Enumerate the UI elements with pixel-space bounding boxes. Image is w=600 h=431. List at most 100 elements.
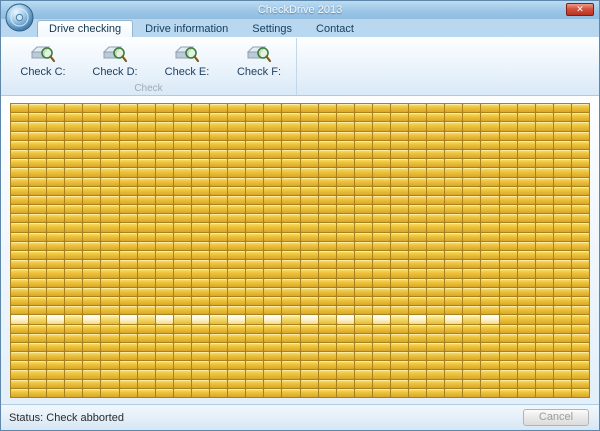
- block-cell: [463, 334, 480, 342]
- block-cell: [174, 159, 191, 167]
- block-cell: [156, 113, 173, 121]
- block-cell: [138, 122, 155, 130]
- block-cell: [101, 223, 118, 231]
- block-cell: [11, 205, 28, 213]
- block-cell: [319, 132, 336, 140]
- block-cell: [572, 113, 589, 121]
- block-cell: [246, 251, 263, 259]
- block-cell: [536, 325, 553, 333]
- block-cell: [174, 315, 191, 323]
- block-cell: [156, 150, 173, 158]
- block-cell: [120, 343, 137, 351]
- block-cell: [83, 288, 100, 296]
- tab-drive-information[interactable]: Drive information: [133, 20, 240, 37]
- block-cell: [101, 269, 118, 277]
- tab-drive-checking[interactable]: Drive checking: [37, 20, 133, 37]
- block-cell: [572, 325, 589, 333]
- close-button[interactable]: ✕: [566, 3, 594, 16]
- app-icon[interactable]: [5, 3, 34, 32]
- block-cell: [101, 297, 118, 305]
- tab-settings[interactable]: Settings: [240, 20, 304, 37]
- block-cell: [83, 370, 100, 378]
- block-cell: [47, 141, 64, 149]
- block-cell: [500, 315, 517, 323]
- block-cell: [301, 260, 318, 268]
- block-cell: [301, 380, 318, 388]
- titlebar[interactable]: CheckDrive 2013 ✕: [1, 1, 599, 19]
- block-cell: [138, 196, 155, 204]
- block-cell: [65, 325, 82, 333]
- block-cell: [409, 352, 426, 360]
- block-cell: [319, 187, 336, 195]
- block-cell: [83, 187, 100, 195]
- block-cell: [282, 113, 299, 121]
- block-cell: [572, 233, 589, 241]
- block-cell: [11, 242, 28, 250]
- tab-contact[interactable]: Contact: [304, 20, 366, 37]
- cancel-button[interactable]: Cancel: [523, 409, 589, 426]
- block-cell: [518, 361, 535, 369]
- block-cell: [319, 223, 336, 231]
- block-cell: [391, 325, 408, 333]
- block-cell: [246, 343, 263, 351]
- block-cell: [246, 159, 263, 167]
- block-cell: [228, 168, 245, 176]
- block-cell: [518, 113, 535, 121]
- block-cell: [427, 251, 444, 259]
- block-cell: [409, 141, 426, 149]
- block-cell: [282, 178, 299, 186]
- check-f-button[interactable]: Check F:: [223, 41, 295, 81]
- block-cell: [65, 205, 82, 213]
- block-cell: [373, 122, 390, 130]
- block-cell: [337, 150, 354, 158]
- block-cell: [337, 214, 354, 222]
- block-cell: [210, 288, 227, 296]
- block-cell: [481, 150, 498, 158]
- block-cell: [156, 242, 173, 250]
- block-cell: [355, 269, 372, 277]
- block-cell: [337, 251, 354, 259]
- block-cell: [65, 214, 82, 222]
- block-cell: [192, 279, 209, 287]
- block-cell: [192, 325, 209, 333]
- block-cell: [337, 242, 354, 250]
- block-cell: [554, 159, 571, 167]
- block-cell: [47, 122, 64, 130]
- block-cell: [282, 334, 299, 342]
- block-cell: [445, 178, 462, 186]
- block-cell: [536, 306, 553, 314]
- block-cell: [536, 214, 553, 222]
- block-cell: [463, 104, 480, 112]
- block-cell: [282, 325, 299, 333]
- block-cell: [282, 141, 299, 149]
- block-cell: [210, 150, 227, 158]
- check-d-button[interactable]: Check D:: [79, 41, 151, 81]
- block-cell: [210, 370, 227, 378]
- block-cell: [101, 141, 118, 149]
- block-cell: [282, 132, 299, 140]
- block-cell: [319, 269, 336, 277]
- block-cell: [463, 260, 480, 268]
- block-cell: [536, 269, 553, 277]
- block-cell: [120, 242, 137, 250]
- block-cell: [228, 104, 245, 112]
- block-cell: [29, 297, 46, 305]
- block-cell: [463, 187, 480, 195]
- block-cell: [572, 343, 589, 351]
- block-cell: [301, 389, 318, 397]
- check-c-button[interactable]: Check C:: [7, 41, 79, 81]
- block-cell: [301, 242, 318, 250]
- block-cell: [572, 380, 589, 388]
- block-cell: [83, 380, 100, 388]
- block-cell: [427, 150, 444, 158]
- check-e-button[interactable]: Check E:: [151, 41, 223, 81]
- block-cell: [572, 168, 589, 176]
- block-cell: [481, 233, 498, 241]
- block-cell: [264, 168, 281, 176]
- block-cell: [481, 325, 498, 333]
- block-cell: [264, 251, 281, 259]
- block-cell: [319, 352, 336, 360]
- block-cell: [29, 380, 46, 388]
- block-cell: [445, 343, 462, 351]
- block-cell: [29, 279, 46, 287]
